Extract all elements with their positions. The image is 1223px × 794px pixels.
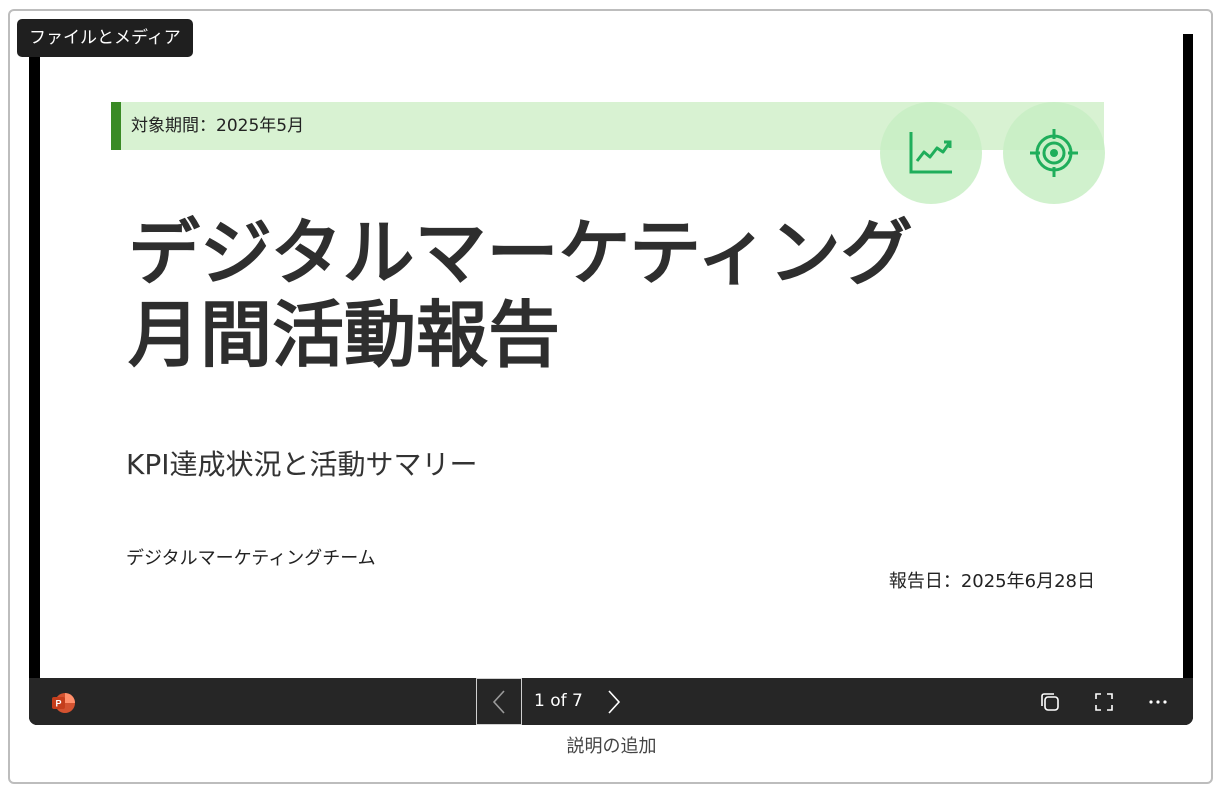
svg-text:P: P [55, 699, 61, 709]
period-text: 対象期間：2025年5月 [131, 116, 305, 136]
chart-trend-icon-circle [880, 102, 982, 204]
page-indicator: 1 of 7 [534, 691, 583, 711]
embed-type-label: ファイルとメディア [17, 19, 193, 57]
prev-slide-button[interactable] [476, 678, 522, 725]
next-slide-button[interactable] [599, 678, 629, 725]
more-options-button[interactable] [1141, 678, 1175, 725]
slide-title-line1: デジタルマーケティング [128, 211, 913, 295]
target-icon [1030, 129, 1078, 177]
slide-canvas: 対象期間：2025年5月 デジタルマーケティング 月間活動報告 KPI達成状況と… [40, 34, 1183, 678]
add-caption[interactable]: 説明の追加 [0, 732, 1223, 758]
target-icon-circle [1003, 102, 1105, 204]
powerpoint-icon[interactable]: P [51, 691, 75, 715]
slide-title: デジタルマーケティング 月間活動報告 [128, 212, 1128, 376]
more-icon [1149, 699, 1167, 704]
chart-trend-icon [909, 132, 952, 174]
slide-subtitle: KPI達成状況と活動サマリー [126, 448, 478, 481]
viewer-toolbar: P 1 of 7 [29, 678, 1193, 725]
slide-viewer: 対象期間：2025年5月 デジタルマーケティング 月間活動報告 KPI達成状況と… [29, 34, 1193, 725]
period-accent-bar [111, 102, 121, 150]
fullscreen-button[interactable] [1087, 678, 1121, 725]
slide-title-line2: 月間活動報告 [128, 293, 561, 377]
report-date: 報告日：2025年6月28日 [888, 571, 1095, 592]
copy-button[interactable] [1033, 678, 1067, 725]
copy-icon [1041, 692, 1059, 711]
chevron-right-icon [608, 689, 621, 714]
team-name: デジタルマーケティングチーム [126, 548, 376, 569]
chevron-left-icon [492, 689, 505, 714]
fullscreen-icon [1095, 692, 1113, 711]
